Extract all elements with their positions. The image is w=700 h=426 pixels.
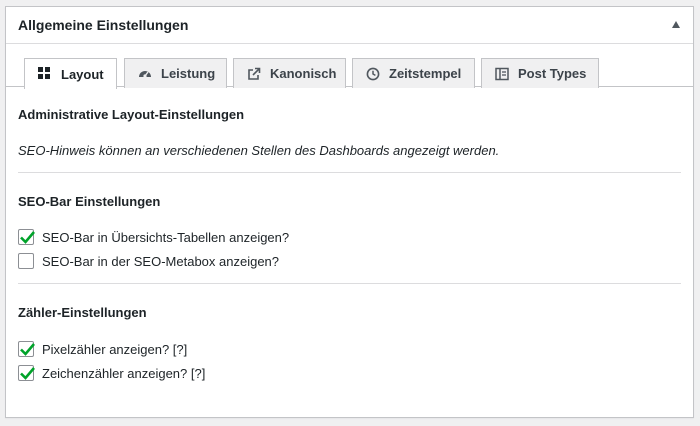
dashboard-gauge-icon: [138, 67, 152, 81]
section-heading-counter: Zähler-Einstellungen: [18, 305, 147, 320]
panel-header: Allgemeine Einstellungen: [6, 7, 693, 44]
grid-icon: [38, 67, 52, 81]
clock-icon: [366, 67, 380, 81]
option-seobar-tables[interactable]: SEO-Bar in Übersichts-Tabellen anzeigen?: [18, 229, 289, 245]
option-seobar-metabox[interactable]: SEO-Bar in der SEO-Metabox anzeigen?: [18, 253, 279, 269]
option-label: SEO-Bar in Übersichts-Tabellen anzeigen?: [42, 229, 290, 245]
tab-label: Zeitstempel: [389, 66, 462, 81]
external-link-icon: [247, 67, 261, 81]
checkbox-checked[interactable]: [18, 365, 35, 381]
option-label: SEO-Bar in der SEO-Metabox anzeigen?: [42, 253, 280, 269]
tab-label: Kanonisch: [270, 66, 337, 81]
option-label: Pixelzähler anzeigen? [?]: [42, 341, 188, 357]
triangle-up-icon[interactable]: [672, 21, 680, 28]
section-heading-seobar: SEO-Bar Einstellungen: [18, 194, 161, 209]
tab-layout[interactable]: Layout: [24, 58, 117, 89]
checkbox-checked[interactable]: [18, 229, 35, 245]
option-label: Zeichenzähler anzeigen? [?]: [42, 365, 206, 381]
option-pixel-counter[interactable]: Pixelzähler anzeigen? [?]: [18, 341, 187, 357]
document-icon: [495, 67, 509, 81]
tab-label: Post Types: [518, 66, 587, 81]
divider: [18, 283, 681, 284]
tab-label: Leistung: [161, 66, 216, 81]
option-character-counter[interactable]: Zeichenzähler anzeigen? [?]: [18, 365, 205, 381]
checkbox-unchecked[interactable]: [18, 253, 34, 269]
settings-panel: Allgemeine Einstellungen Layout Leistung…: [5, 6, 694, 418]
tab-zeitstempel[interactable]: Zeitstempel: [352, 58, 475, 88]
section-description: SEO-Hinweis können an verschiedenen Stel…: [18, 143, 500, 158]
tab-label: Layout: [61, 66, 104, 82]
tab-leistung[interactable]: Leistung: [124, 58, 227, 88]
tab-kanonisch[interactable]: Kanonisch: [233, 58, 346, 88]
checkbox-checked[interactable]: [18, 341, 35, 357]
panel-title: Allgemeine Einstellungen: [18, 17, 189, 33]
section-heading-admin: Administrative Layout-Einstellungen: [18, 107, 245, 122]
tab-post-types[interactable]: Post Types: [481, 58, 599, 88]
divider: [18, 172, 681, 173]
tab-bar: Layout Leistung Kanonisch Zeitstempel Po…: [6, 44, 693, 89]
